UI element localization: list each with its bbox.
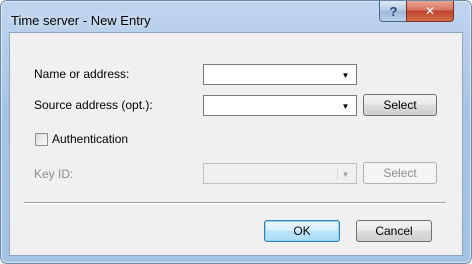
title-bar[interactable]: Time server - New Entry ? ✕ xyxy=(1,1,471,32)
separator-line xyxy=(24,202,446,204)
chevron-down-icon[interactable]: ▼ xyxy=(338,69,353,81)
help-icon: ? xyxy=(389,3,398,19)
chevron-down-icon: ▼ xyxy=(337,168,353,180)
key-id-select-button[interactable]: Select xyxy=(363,162,437,184)
chevron-down-icon[interactable]: ▼ xyxy=(338,100,353,112)
source-address-combo[interactable]: ▼ xyxy=(203,95,357,116)
key-id-combo[interactable]: ▼ xyxy=(203,163,357,184)
source-select-button[interactable]: Select xyxy=(363,94,437,116)
name-or-address-combo[interactable]: ▼ xyxy=(203,64,357,85)
source-address-label: Source address (opt.): xyxy=(34,98,153,112)
cancel-button[interactable]: Cancel xyxy=(356,220,432,242)
dialog-window: Time server - New Entry ? ✕ Name or addr… xyxy=(0,0,472,264)
ok-button[interactable]: OK xyxy=(264,220,340,242)
close-icon: ✕ xyxy=(424,4,436,18)
window-title: Time server - New Entry xyxy=(11,13,151,28)
close-button[interactable]: ✕ xyxy=(406,1,454,22)
key-id-label: Key ID: xyxy=(34,167,74,181)
dialog-content: Name or address: ▼ Source address (opt.)… xyxy=(9,32,463,256)
help-button[interactable]: ? xyxy=(379,1,408,22)
authentication-label[interactable]: Authentication xyxy=(52,132,128,146)
authentication-checkbox[interactable] xyxy=(35,133,48,146)
name-or-address-label: Name or address: xyxy=(34,67,130,81)
